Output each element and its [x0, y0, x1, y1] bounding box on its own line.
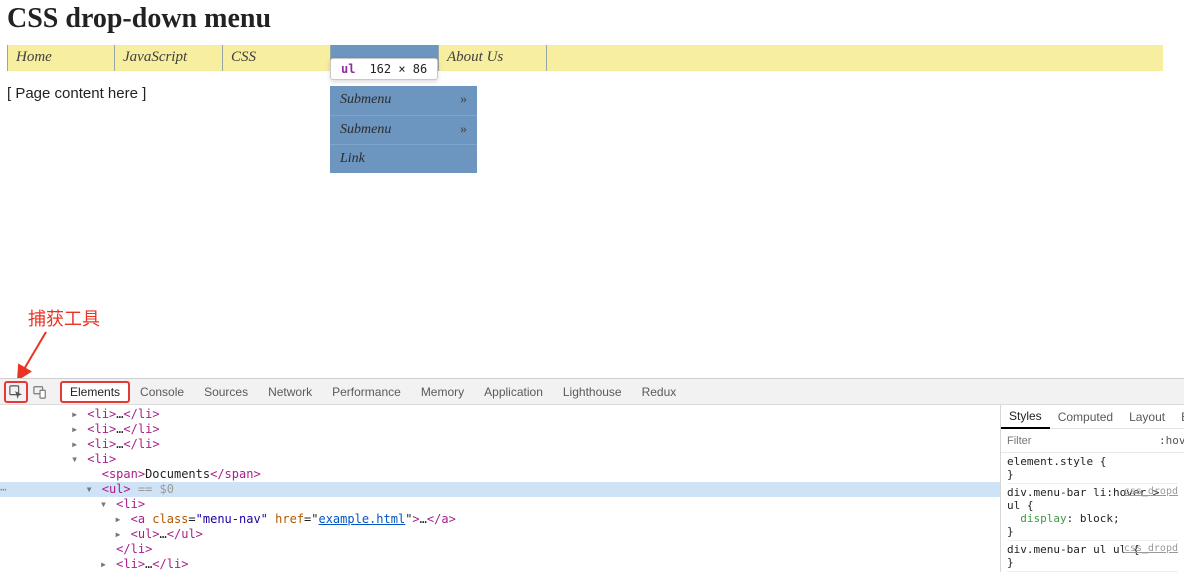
dom-row[interactable]: ▾ <li> — [0, 497, 1000, 512]
tab-sources[interactable]: Sources — [194, 381, 258, 403]
menu-item-home[interactable]: Home — [7, 45, 115, 71]
dom-row[interactable]: ▸ <a class="menu-nav" href="example.html… — [0, 512, 1000, 527]
styles-filter-input[interactable] — [1001, 433, 1155, 449]
menu-spacer — [547, 45, 1163, 71]
submenu-item[interactable]: Submenu » — [330, 115, 477, 144]
menu-item-about[interactable]: About Us — [439, 45, 547, 71]
inspect-tooltip: ul 162 × 86 — [330, 58, 438, 80]
gutter-ellipsis-icon[interactable]: ⋯ — [0, 482, 7, 497]
rule-origin[interactable]: css_dropd — [1124, 486, 1178, 497]
tab-network[interactable]: Network — [258, 381, 322, 403]
chevron-right-icon: » — [460, 122, 467, 138]
submenu-item[interactable]: Submenu » — [330, 86, 477, 115]
tab-performance[interactable]: Performance — [322, 381, 411, 403]
page-content: [ Page content here ] — [0, 71, 1184, 116]
submenu-item[interactable]: Link — [330, 144, 477, 173]
inspect-tooltip-dims: 162 × 86 — [369, 62, 427, 76]
devtools: Elements Console Sources Network Perform… — [0, 378, 1184, 572]
styles-tab-layout[interactable]: Layout — [1121, 406, 1173, 428]
chevron-right-icon: » — [460, 92, 467, 108]
dom-tree[interactable]: ⋯ ▸ <li>…</li> ▸ <li>…</li> ▸ <li>…</li>… — [0, 405, 1000, 572]
menu-item-javascript[interactable]: JavaScript — [115, 45, 223, 71]
device-toolbar-icon[interactable] — [28, 381, 52, 403]
styles-tab-more[interactable]: E — [1173, 406, 1184, 428]
styles-rules[interactable]: element.style {}css_dropddiv.menu-bar li… — [1001, 453, 1184, 572]
devtools-tabbar: Elements Console Sources Network Perform… — [0, 379, 1184, 405]
dom-row[interactable]: ▸ <li>…</li> — [0, 437, 1000, 452]
dom-row[interactable]: ▸ <li>…</li> — [0, 557, 1000, 572]
dom-row[interactable]: ▸ <li>…</li> — [0, 407, 1000, 422]
styles-tabbar: Styles Computed Layout E — [1001, 405, 1184, 429]
inspect-element-icon[interactable] — [4, 381, 28, 403]
menu-item-css[interactable]: CSS — [223, 45, 331, 71]
submenu-label: Link — [340, 151, 365, 166]
page-title: CSS drop-down menu — [0, 0, 1184, 45]
tab-application[interactable]: Application — [474, 381, 553, 403]
tab-lighthouse[interactable]: Lighthouse — [553, 381, 632, 403]
style-rule[interactable]: css_dropddiv.menu-bar ul ul {} — [1007, 543, 1178, 572]
tab-console[interactable]: Console — [130, 381, 194, 403]
dom-row[interactable]: ▸ <li>…</li> — [0, 422, 1000, 437]
dom-row[interactable]: ▸ <ul>…</ul> — [0, 527, 1000, 542]
dom-row[interactable]: ▾ <ul> == $0 — [0, 482, 1000, 497]
inspect-tooltip-tag: ul — [341, 62, 355, 76]
styles-tab-computed[interactable]: Computed — [1050, 406, 1121, 428]
submenu-label: Submenu — [340, 122, 391, 137]
tab-memory[interactable]: Memory — [411, 381, 474, 403]
style-rule[interactable]: css_dropddiv.menu-bar li:hover > ul { di… — [1007, 486, 1178, 541]
hov-toggle[interactable]: :hov — [1155, 432, 1184, 449]
menu-bar: Home JavaScript CSS About Us — [7, 45, 1163, 71]
tab-redux[interactable]: Redux — [632, 381, 687, 403]
annotation-label: 捕获工具 — [28, 305, 100, 331]
submenu-label: Submenu — [340, 92, 391, 107]
rule-origin[interactable]: css_dropd — [1124, 543, 1178, 554]
tab-elements[interactable]: Elements — [60, 381, 130, 403]
annotation-arrow-icon — [16, 330, 56, 385]
style-rule[interactable]: element.style {} — [1007, 455, 1178, 484]
dom-row[interactable]: <span>Documents</span> — [0, 467, 1000, 482]
dom-row[interactable]: </li> — [0, 542, 1000, 557]
styles-tab-styles[interactable]: Styles — [1001, 405, 1050, 429]
styles-pane: Styles Computed Layout E :hov element.st… — [1000, 405, 1184, 572]
submenu: Submenu » Submenu » Link — [330, 86, 477, 173]
dom-row[interactable]: ▾ <li> — [0, 452, 1000, 467]
